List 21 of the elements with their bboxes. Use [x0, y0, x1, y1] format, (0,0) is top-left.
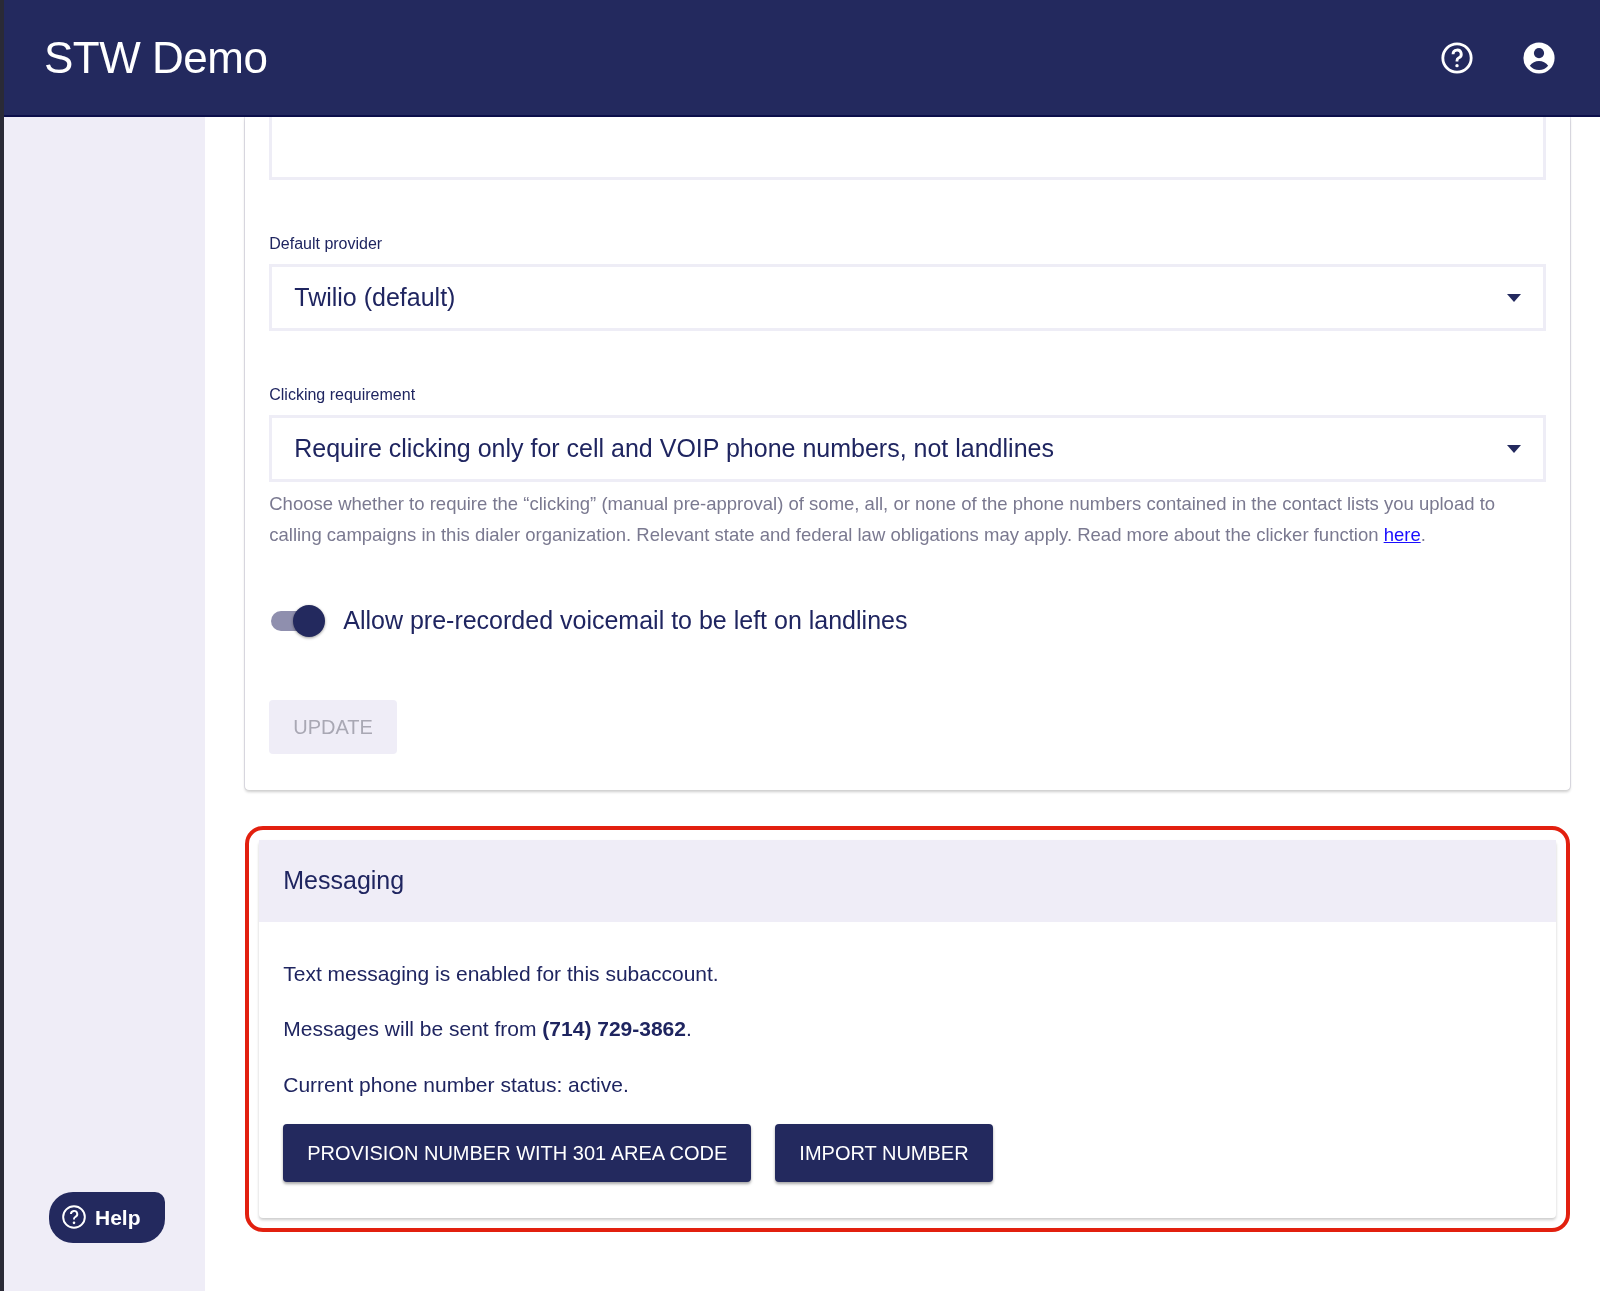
action-button[interactable]: IMPORT NUMBER — [775, 1124, 993, 1182]
field-label: Clicking requirement — [269, 385, 417, 405]
caret-icon — [1507, 444, 1521, 453]
input-field[interactable] — [269, 117, 1546, 180]
action-button[interactable]: PROVISION NUMBER WITH 301 AREA CODE — [283, 1124, 752, 1182]
help-icon[interactable] — [1440, 40, 1474, 75]
message-text: Messages will be sent from (714) 729-3862. — [283, 1016, 693, 1042]
message-text: Current phone number status: active. — [283, 1071, 630, 1098]
message-text: Text messaging is enabled for this subaccount. — [283, 960, 720, 987]
help-icon — [61, 1204, 87, 1231]
account-icon[interactable] — [1522, 40, 1556, 75]
caret-icon — [1507, 293, 1521, 302]
select-field[interactable]: Require clicking only for cell and VOIP phone numbers, not landlines — [269, 415, 1546, 482]
help-link[interactable]: here — [1383, 524, 1421, 545]
field-label: Default provider — [269, 234, 384, 254]
toggle-label: Allow pre-recorded voicemail to be left on landlines — [343, 605, 908, 636]
help-button[interactable]: Help — [49, 1191, 165, 1243]
card-title: Messaging — [283, 864, 405, 896]
select-field[interactable]: Twilio (default) — [269, 264, 1546, 331]
app-title: STW Demo — [44, 31, 268, 84]
help-text: Choose whether to require the “clicking” (manual pre-approval) of some, all, or none of the phone numbers contained in the contact lists you upload to calling campaigns in this dialer organization. Relevant state and federal law obligations may apply. Read more about the clicker function here. — [269, 492, 1497, 547]
